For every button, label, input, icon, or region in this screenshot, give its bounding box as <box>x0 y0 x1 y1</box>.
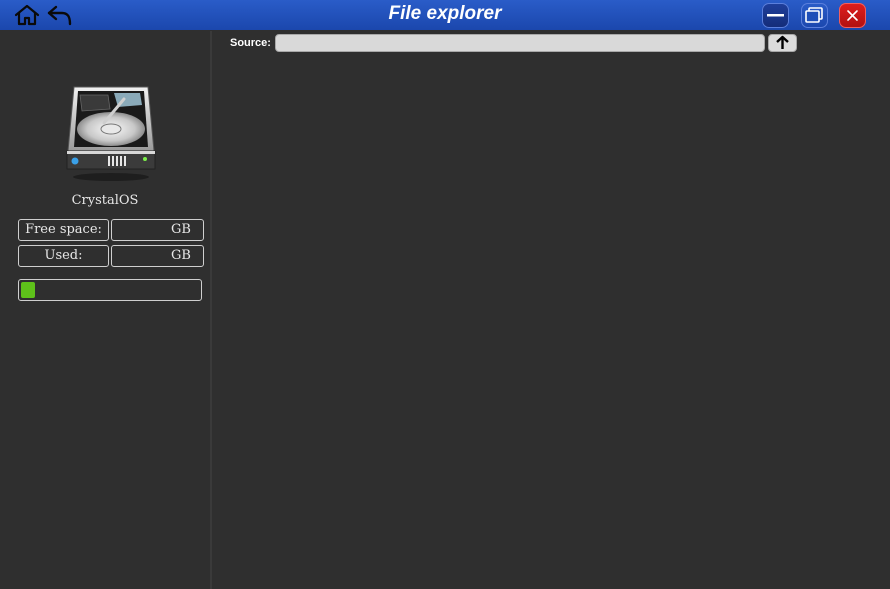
title-bar: File explorer <box>0 0 890 30</box>
up-arrow-icon <box>776 35 789 49</box>
free-space-label: Free space: <box>18 219 109 241</box>
minimize-icon <box>767 14 784 17</box>
used-space-value: GB <box>111 245 204 267</box>
used-space-label: Used: <box>18 245 109 267</box>
file-list-area[interactable]: Source: <box>212 31 890 589</box>
source-label: Source: <box>230 37 271 49</box>
free-space-value: GB <box>111 219 204 241</box>
parent-folder-button[interactable] <box>768 34 797 52</box>
close-button[interactable] <box>839 3 866 28</box>
close-icon <box>847 10 858 21</box>
minimize-button[interactable] <box>762 3 789 28</box>
source-path-input[interactable] <box>275 34 765 52</box>
drive-info-panel: CrystalOS Free space: GB Used: GB <box>0 31 212 589</box>
window-title: File explorer <box>388 3 502 24</box>
hard-drive-icon <box>66 86 156 181</box>
disk-usage-fill <box>21 282 36 298</box>
maximize-button[interactable] <box>801 3 828 28</box>
maximize-icon <box>805 7 823 23</box>
disk-usage-bar <box>18 279 202 301</box>
drive-name: CrystalOS <box>71 193 139 208</box>
